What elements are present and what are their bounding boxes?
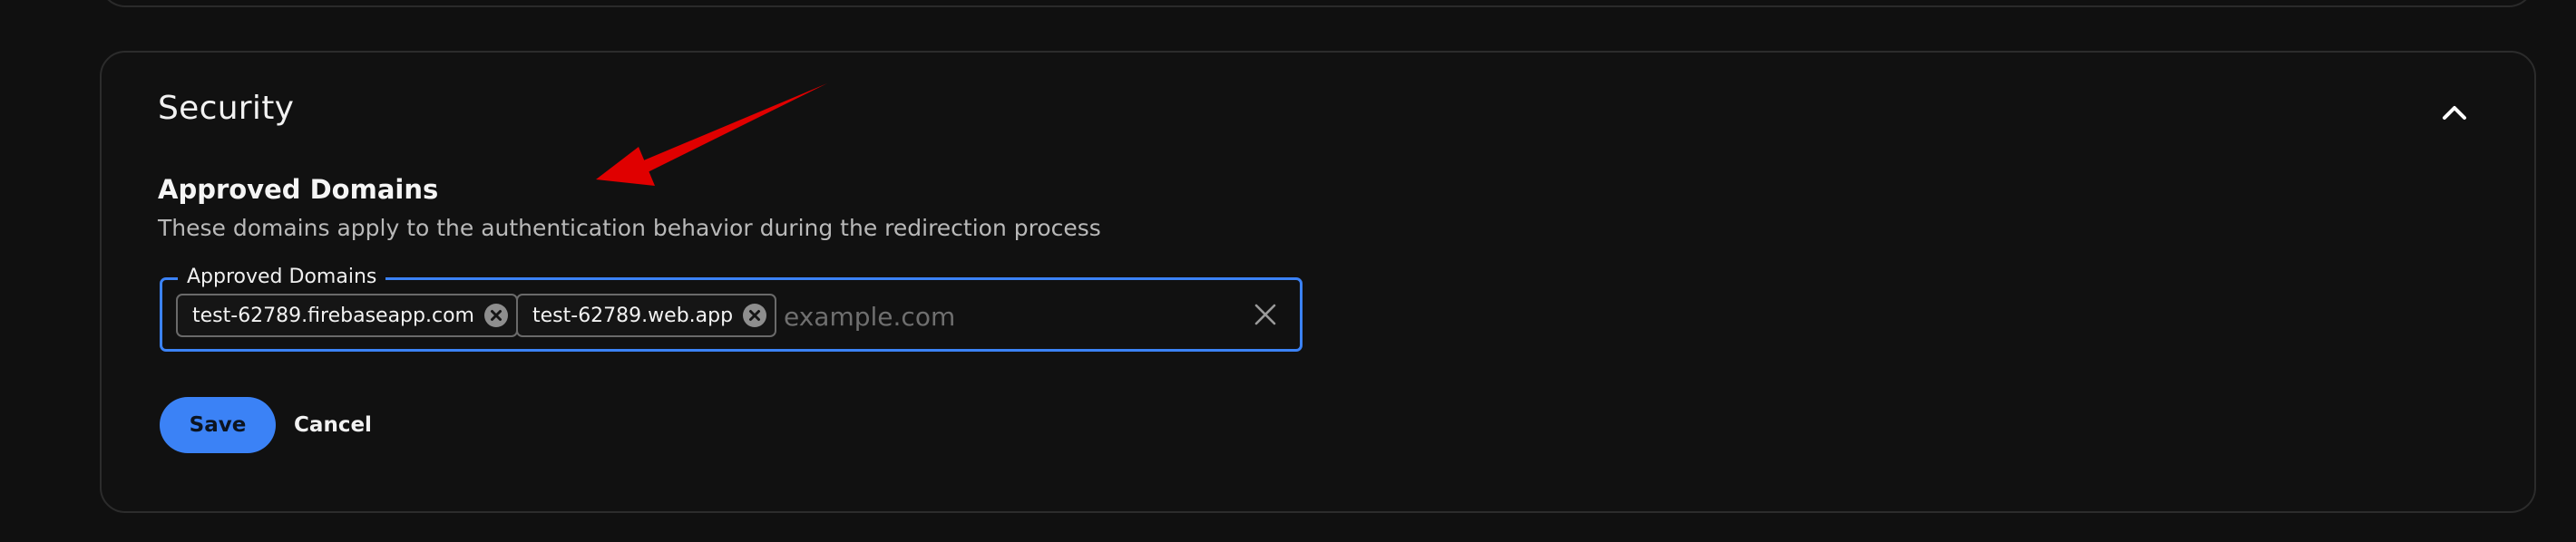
chevron-up-icon <box>2443 106 2466 120</box>
domain-chip: test-62789.web.app <box>516 294 777 337</box>
approved-domains-heading: Approved Domains <box>158 174 439 205</box>
chip-remove-button[interactable] <box>483 303 509 328</box>
collapse-button[interactable] <box>2431 89 2478 136</box>
approved-domains-description: These domains apply to the authenticatio… <box>158 215 1101 241</box>
save-button[interactable]: Save <box>160 397 276 453</box>
close-icon <box>1254 304 1276 325</box>
clear-button[interactable] <box>1250 299 1281 330</box>
close-circle-icon <box>743 304 767 327</box>
cancel-button[interactable]: Cancel <box>288 397 377 453</box>
previous-card-edge <box>100 0 2534 7</box>
approved-domains-field-label: Approved Domains <box>178 265 386 290</box>
card-title: Security <box>158 90 295 127</box>
chip-remove-button[interactable] <box>742 303 767 328</box>
domain-input[interactable] <box>784 297 1210 335</box>
domain-chip-label: test-62789.firebaseapp.com <box>192 304 474 327</box>
close-circle-icon <box>483 304 508 327</box>
domain-chip: test-62789.firebaseapp.com <box>176 294 518 337</box>
domain-chip-label: test-62789.web.app <box>532 304 734 327</box>
page: Security Approved Domains These domains … <box>0 0 2576 542</box>
